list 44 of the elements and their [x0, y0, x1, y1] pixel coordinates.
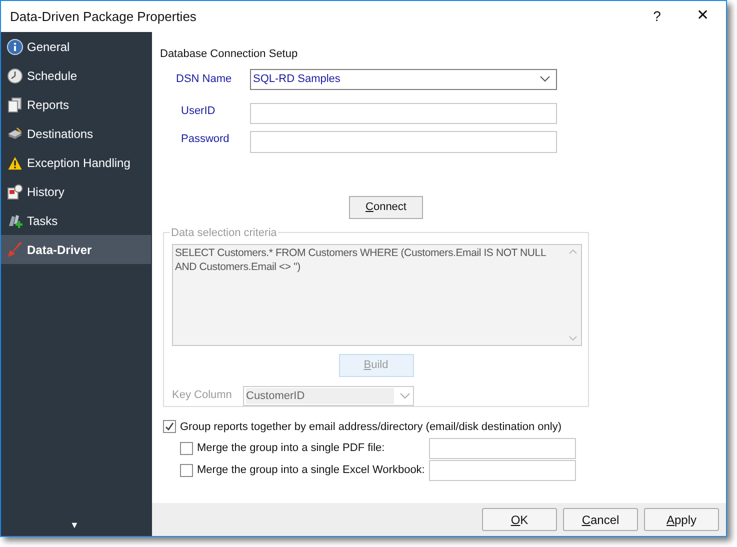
sidebar-item[interactable]: Tasks: [1, 206, 151, 235]
dialog-button[interactable]: Apply: [644, 508, 719, 531]
checkbox[interactable]: [180, 442, 193, 455]
close-button[interactable]: ✕: [680, 2, 726, 30]
section-heading: Database Connection Setup: [160, 47, 299, 62]
file-name-field[interactable]: [429, 438, 576, 459]
dialog-button[interactable]: Cancel: [563, 508, 638, 531]
clock-icon: [7, 68, 23, 84]
option-label: Merge the group into a single Excel Workbook:: [197, 463, 426, 478]
sidebar-item[interactable]: History: [1, 177, 151, 206]
file-name-field[interactable]: [429, 460, 576, 481]
checkbox[interactable]: [180, 464, 193, 477]
connect-button[interactable]: Connect: [349, 196, 423, 218]
chevron-down-icon: [400, 392, 410, 398]
sidebar-item[interactable]: Reports: [1, 90, 151, 119]
password-field[interactable]: [250, 130, 557, 152]
sidebar-item[interactable]: Data-Driver: [1, 235, 151, 264]
stack-icon: [7, 126, 23, 142]
checkmark-icon: [165, 422, 174, 432]
window-title: Data-Driven Package Properties: [10, 8, 198, 26]
arrow-icon: [7, 242, 23, 258]
history-icon: [7, 184, 23, 200]
option-label: Group reports together by email address/directory (email/disk destination only): [180, 420, 562, 434]
pages-icon: [7, 96, 23, 112]
field-label: DSN Name: [175, 72, 233, 87]
scroll-down-arrow[interactable]: ▼: [70, 518, 79, 532]
help-button[interactable]: ?: [642, 2, 672, 30]
info-icon: [7, 38, 23, 54]
tasks-icon: [7, 212, 23, 228]
dialog-button[interactable]: OK: [482, 508, 557, 531]
userid-field[interactable]: [250, 102, 557, 124]
sidebar-item[interactable]: Destinations: [1, 119, 151, 148]
field-label: UserID: [180, 104, 216, 118]
field-label: Key Column: [172, 388, 233, 404]
warning-icon: [7, 154, 23, 170]
checkbox[interactable]: [163, 420, 176, 434]
chevron-down-icon: [540, 76, 550, 82]
query-text: SELECT Customers.* FROM Customers WHERE (Customers.Email IS NOT NULL AND Customers.Email <> ''): [174, 246, 547, 274]
sidebar-item[interactable]: General: [1, 32, 151, 61]
option-label: Merge the group into a single PDF file:: [197, 441, 386, 456]
sidebar-item[interactable]: Schedule: [1, 61, 151, 90]
sidebar-item[interactable]: Exception Handling: [1, 148, 151, 177]
field-label: Password: [180, 132, 230, 146]
dsn-dropdown[interactable]: SQL-RD Samples: [250, 68, 557, 90]
